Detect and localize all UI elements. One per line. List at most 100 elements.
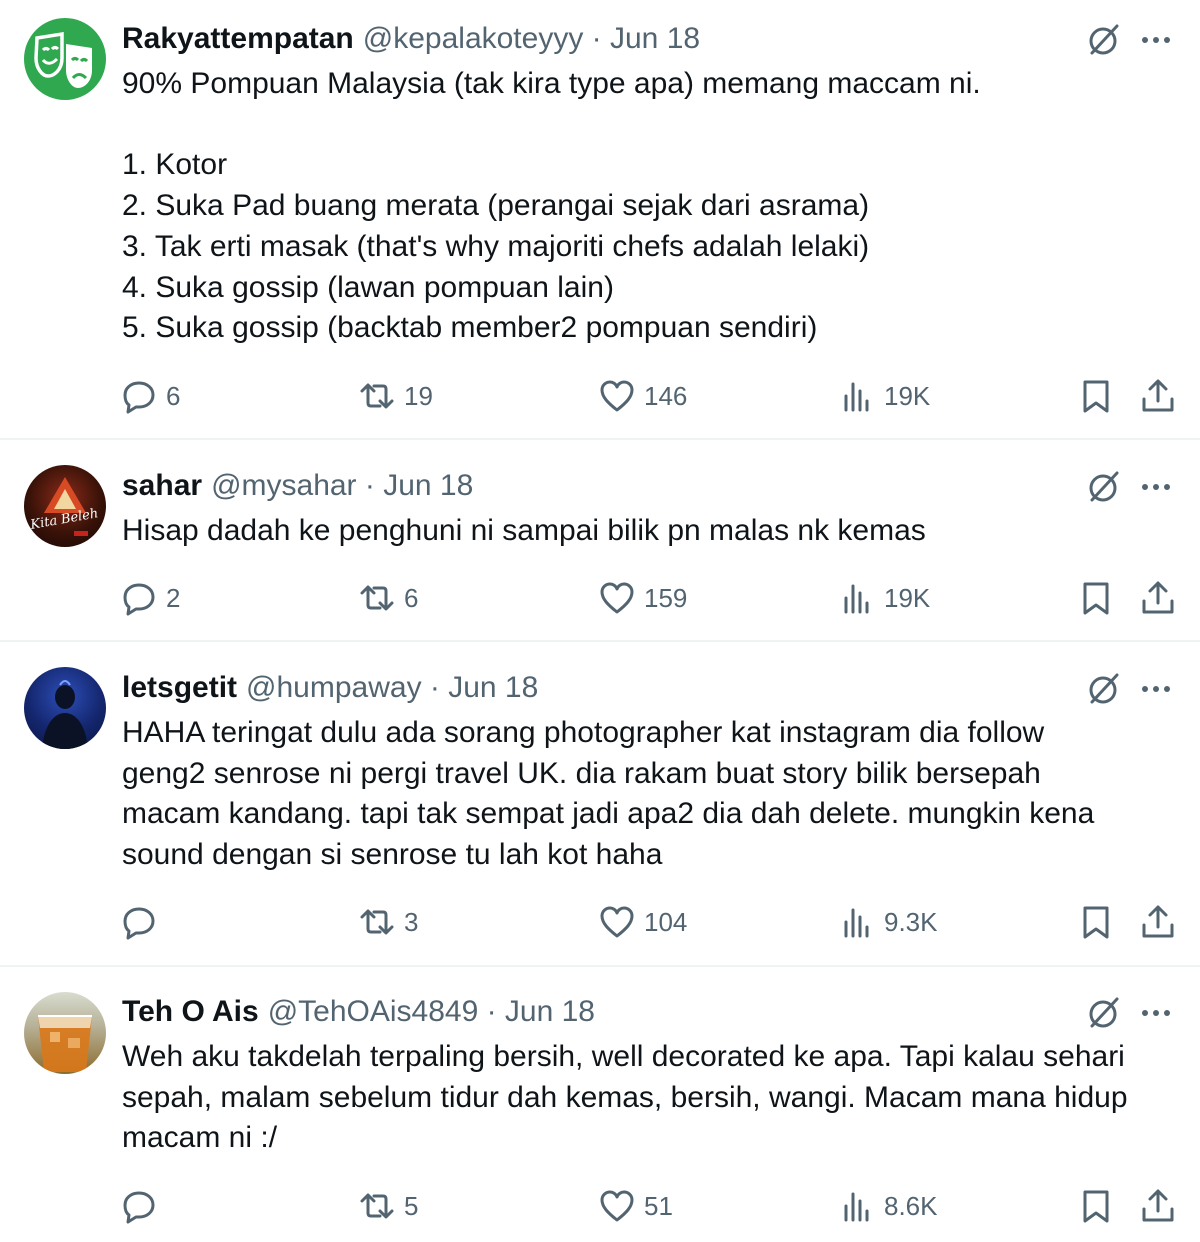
views-count: 8.6K	[884, 1190, 938, 1221]
tweet-text: Weh aku takdelah terpaling bersih, well …	[122, 1040, 1128, 1155]
retweet-count: 3	[404, 906, 419, 937]
retweet-count: 5	[404, 1190, 419, 1221]
tweet-divider	[0, 965, 1200, 967]
more-icon[interactable]	[1138, 469, 1174, 505]
share-icon	[1142, 581, 1174, 614]
author-handle-date[interactable]: @TehOAis4849 · Jun 18	[268, 995, 595, 1029]
author-handle-date[interactable]: @mysahar · Jun 18	[211, 469, 473, 503]
bookmark-icon	[1083, 582, 1109, 615]
reply-icon	[123, 907, 155, 940]
tweet-text: 90% Pompuan Malaysia (tak kira type apa)…	[122, 67, 981, 345]
heart-icon	[600, 906, 634, 938]
bookmark-icon	[1083, 380, 1109, 413]
tweet-header: sahar @mysahar · Jun 18	[122, 468, 473, 504]
tweet-header: Rakyattempatan @kepalakoteyyy · Jun 18	[122, 21, 700, 57]
reply-icon	[123, 1191, 155, 1224]
tweet-divider	[0, 640, 1200, 642]
grok-icon[interactable]	[1086, 22, 1122, 58]
views-count: 9.3K	[884, 906, 938, 937]
like-count: 104	[644, 906, 688, 937]
views-icon	[844, 584, 869, 614]
tweet-top-icons	[1080, 993, 1180, 1033]
like-count: 159	[644, 582, 688, 613]
more-icon[interactable]	[1138, 671, 1174, 707]
bookmark-button[interactable]	[1077, 374, 1115, 418]
tweet-actions: 3 104 9.3K	[0, 900, 1200, 944]
avatar-image: Kita Beleh	[28, 477, 99, 536]
retweet-icon	[360, 909, 394, 935]
heart-icon	[600, 582, 634, 614]
reply-icon	[123, 583, 155, 616]
views-count: 19K	[884, 380, 931, 411]
retweet-icon	[360, 1193, 394, 1219]
avatar-image	[42, 680, 88, 749]
tweet-top-icons	[1080, 467, 1180, 507]
like-count: 146	[644, 380, 688, 411]
like-button[interactable]: 51	[598, 1184, 673, 1228]
tweet-text: Hisap dadah ke penghuni ni sampai bilik …	[122, 514, 926, 547]
retweet-button[interactable]: 6	[358, 576, 418, 620]
share-icon	[1142, 1189, 1174, 1222]
views-icon	[844, 1192, 869, 1222]
tweet-actions: 5 51 8.6K	[0, 1184, 1200, 1228]
tweet-actions: 2 6 159 19K	[0, 576, 1200, 620]
reply-button[interactable]	[120, 1184, 166, 1228]
bookmark-button[interactable]	[1077, 576, 1115, 620]
views-button[interactable]: 19K	[838, 576, 930, 620]
retweet-button[interactable]: 5	[358, 1184, 418, 1228]
reply-button[interactable]: 2	[120, 576, 180, 620]
like-button[interactable]: 159	[598, 576, 687, 620]
bookmark-button[interactable]	[1077, 1184, 1115, 1228]
avatar[interactable]: Kita Beleh	[24, 465, 106, 547]
more-icon[interactable]	[1138, 22, 1174, 58]
avatar[interactable]	[24, 667, 106, 749]
tweet-divider	[0, 438, 1200, 440]
like-button[interactable]: 146	[598, 374, 687, 418]
reply-count: 2	[166, 582, 181, 613]
iced-tea-image	[38, 1015, 92, 1072]
share-icon	[1142, 905, 1174, 938]
author-name[interactable]: letsgetit	[122, 671, 237, 705]
retweet-count: 19	[404, 380, 433, 411]
tweet-header: letsgetit @humpaway · Jun 18	[122, 670, 538, 706]
like-count: 51	[644, 1190, 673, 1221]
reply-button[interactable]: 6	[120, 374, 180, 418]
grok-icon[interactable]	[1086, 995, 1122, 1031]
tweet-top-icons	[1080, 20, 1180, 60]
reply-icon	[123, 381, 155, 414]
author-handle-date[interactable]: @kepalakoteyyy · Jun 18	[363, 22, 700, 56]
tweet-header: Teh O Ais @TehOAis4849 · Jun 18	[122, 994, 595, 1030]
like-button[interactable]: 104	[598, 900, 687, 944]
avatar[interactable]	[24, 992, 106, 1074]
share-button[interactable]	[1139, 900, 1177, 944]
retweet-button[interactable]: 19	[358, 374, 433, 418]
author-name[interactable]: Rakyattempatan	[122, 22, 354, 56]
heart-icon	[600, 380, 634, 412]
retweet-icon	[360, 585, 394, 611]
heart-icon	[600, 1190, 634, 1222]
grok-icon[interactable]	[1086, 671, 1122, 707]
share-button[interactable]	[1139, 1184, 1177, 1228]
share-icon	[1142, 379, 1174, 412]
avatar[interactable]	[24, 18, 106, 100]
reply-count: 6	[166, 380, 181, 411]
retweet-button[interactable]: 3	[358, 900, 418, 944]
author-name[interactable]: Teh O Ais	[122, 995, 259, 1029]
views-button[interactable]: 19K	[838, 374, 930, 418]
tweet-text: HAHA teringat dulu ada sorang photograph…	[122, 716, 1095, 872]
retweet-count: 6	[404, 582, 419, 613]
bookmark-icon	[1083, 1190, 1109, 1223]
views-button[interactable]: 9.3K	[838, 900, 938, 944]
views-button[interactable]: 8.6K	[838, 1184, 938, 1228]
share-button[interactable]	[1139, 374, 1177, 418]
theatre-masks-logo	[34, 31, 92, 88]
author-handle-date[interactable]: @humpaway · Jun 18	[246, 671, 538, 705]
more-icon[interactable]	[1138, 995, 1174, 1031]
reply-button[interactable]	[120, 900, 166, 944]
grok-icon[interactable]	[1086, 469, 1122, 505]
share-button[interactable]	[1139, 576, 1177, 620]
tweet-top-icons	[1080, 669, 1180, 709]
author-name[interactable]: sahar	[122, 469, 202, 503]
bookmark-button[interactable]	[1077, 900, 1115, 944]
views-icon	[844, 382, 869, 412]
